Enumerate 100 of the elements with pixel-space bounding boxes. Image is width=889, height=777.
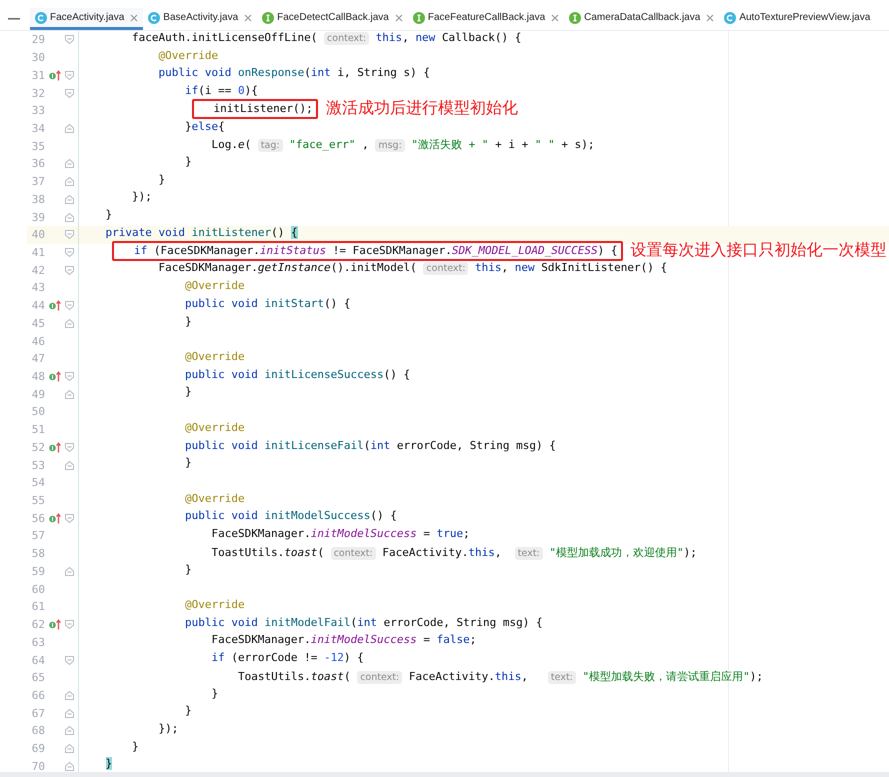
fold-end-icon[interactable]: [65, 726, 74, 736]
code-line: }else{: [184, 120, 226, 135]
line-number: 58: [30, 547, 45, 560]
line-number: 54: [30, 476, 45, 490]
code-line: public void initModelSuccess() {: [184, 509, 398, 524]
line-number: 43: [30, 281, 45, 294]
fold-icon[interactable]: [65, 70, 74, 80]
interface-icon: [262, 12, 274, 24]
override-marker-icon[interactable]: [49, 70, 61, 81]
line-number: 63: [30, 636, 45, 649]
fold-icon[interactable]: [65, 514, 74, 523]
code-line: public void initLicenseSuccess() {: [184, 368, 412, 383]
code-line: ToastUtils.toast( context: FaceActivity.this, text: "模型加载成功，欢迎使用");: [210, 544, 698, 562]
code-line: @Override: [184, 420, 246, 436]
line-number: 52: [30, 440, 45, 454]
class-icon: [148, 12, 160, 24]
close-icon[interactable]: [551, 14, 560, 22]
line-number: 70: [30, 760, 45, 773]
fold-icon[interactable]: [65, 266, 74, 275]
file-tab[interactable]: FaceDetectCallBack.java: [257, 8, 408, 30]
override-marker-icon[interactable]: [49, 512, 61, 524]
override-marker-icon[interactable]: [49, 619, 61, 630]
fold-end-icon[interactable]: [65, 124, 74, 133]
line-number: 40: [30, 228, 45, 242]
file-tab[interactable]: FaceFeatureCallBack.java: [408, 8, 564, 30]
code-line: faceAuth.initLicenseOffLine( context: this, new Callback() {: [130, 31, 522, 47]
line-number: 67: [30, 706, 45, 720]
fold-end-icon[interactable]: [65, 762, 74, 771]
code-line: @Override: [184, 598, 246, 613]
line-number: 48: [30, 370, 45, 384]
code-line: }: [130, 740, 140, 755]
code-line: @Override: [184, 350, 246, 365]
code-line: }: [184, 704, 193, 720]
override-marker-icon[interactable]: [49, 300, 61, 312]
code-line: }: [184, 385, 193, 400]
fold-icon[interactable]: [65, 248, 74, 257]
line-number: 32: [30, 86, 45, 100]
file-tab[interactable]: FaceActivity.java: [30, 8, 144, 30]
code-line: @Override: [184, 279, 246, 294]
line-number: 62: [30, 618, 45, 632]
override-marker-icon[interactable]: [49, 442, 61, 453]
highlighted-code: if (FaceSDKManager.initStatus != FaceSDKManager.SDK_MODEL_LOAD_SUCCESS) {: [112, 240, 622, 261]
code-line: @Override: [184, 492, 246, 507]
line-number: 60: [30, 582, 45, 596]
code-line: FaceSDKManager.getInstance().initModel( context: this, new SdkInitListener() {: [157, 261, 668, 278]
fold-end-icon[interactable]: [65, 744, 74, 754]
fold-end-icon[interactable]: [65, 177, 74, 186]
close-icon[interactable]: [394, 14, 403, 22]
line-number: 46: [30, 334, 45, 348]
fold-end-icon[interactable]: [65, 390, 74, 399]
code-line: ToastUtils.toast( context: FaceActivity.this, text: "模型加载失败，请尝试重启应用");: [236, 668, 764, 686]
fold-icon[interactable]: [65, 301, 74, 310]
override-marker-icon[interactable]: [49, 371, 61, 382]
line-number: 37: [30, 175, 45, 188]
fold-icon[interactable]: [65, 88, 74, 98]
fold-icon[interactable]: [65, 656, 74, 665]
line-number: 45: [30, 316, 45, 330]
code-line: public void initStart() {: [184, 296, 352, 312]
fold-icon[interactable]: [65, 442, 74, 452]
fold-icon[interactable]: [65, 230, 74, 240]
fold-icon[interactable]: [65, 372, 74, 382]
highlighted-code: initListener();: [192, 98, 318, 119]
line-number: 44: [30, 299, 45, 312]
fold-icon[interactable]: [65, 35, 74, 44]
fold-icon[interactable]: [65, 620, 74, 630]
close-icon[interactable]: [244, 14, 252, 22]
code-line: if (errorCode != -12) {: [210, 651, 365, 666]
fold-end-icon[interactable]: [65, 690, 74, 700]
line-number: 65: [30, 671, 45, 684]
code-line: if(i == 0){: [184, 84, 259, 100]
code-line: public void initLicenseFail(int errorCode, String msg) {: [184, 438, 557, 454]
fold-end-icon[interactable]: [65, 460, 74, 470]
code-line: @Override: [157, 48, 220, 64]
code-line: });: [157, 722, 180, 738]
fold-end-icon[interactable]: [65, 194, 74, 204]
line-number: 53: [30, 458, 45, 472]
fold-end-icon[interactable]: [65, 566, 74, 576]
file-tab[interactable]: BaseActivity.java: [143, 8, 258, 30]
fold-end-icon[interactable]: [65, 159, 74, 168]
fold-end-icon[interactable]: [65, 212, 74, 222]
line-number: 64: [30, 654, 45, 667]
file-tab[interactable]: AutoTexturePreviewView.java: [719, 8, 876, 30]
line-number: 68: [30, 724, 45, 738]
fold-end-icon[interactable]: [65, 708, 74, 718]
annotation-text: 激活成功后进行模型初始化: [326, 98, 518, 117]
fold-end-icon[interactable]: [65, 318, 74, 328]
line-number: 47: [30, 352, 45, 366]
line-number: 29: [30, 33, 45, 46]
line-number: 36: [30, 157, 45, 170]
close-icon[interactable]: [706, 14, 714, 22]
code-line: }: [184, 456, 193, 472]
code-line: FaceSDKManager.initModelSuccess = true;: [210, 527, 471, 542]
interface-icon: [569, 12, 582, 24]
close-icon[interactable]: [130, 14, 138, 22]
file-tab[interactable]: CameraDataCallback.java: [564, 8, 720, 30]
line-number: 66: [30, 688, 45, 702]
line-number: 42: [30, 264, 45, 277]
line-number: 57: [30, 529, 45, 542]
code-line: }: [157, 172, 166, 188]
line-number: 39: [30, 210, 45, 224]
